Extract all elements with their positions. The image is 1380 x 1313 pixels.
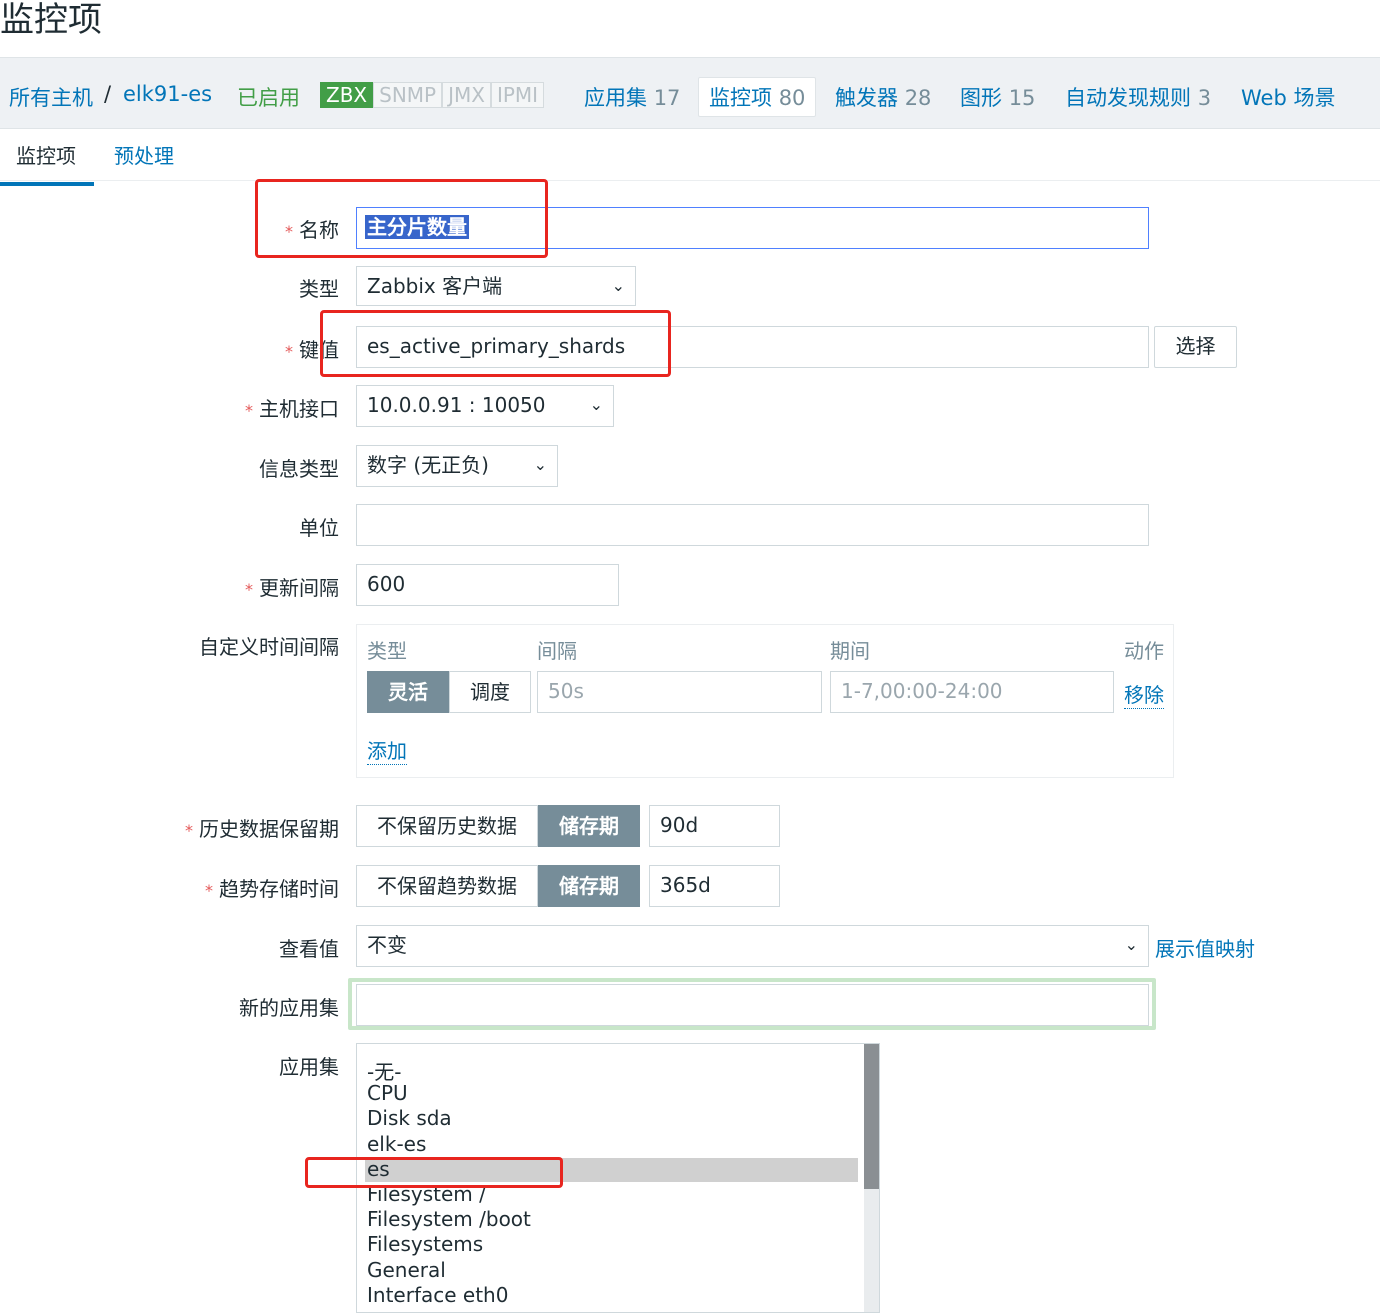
tab-items[interactable]: 监控项 <box>0 140 94 186</box>
col-type-header: 类型 <box>367 639 407 663</box>
list-item[interactable]: General <box>367 1258 446 1282</box>
key-input[interactable]: es_active_primary_shards <box>356 326 1149 368</box>
breadcrumb-separator: / <box>104 82 112 106</box>
list-item[interactable]: Disk sda <box>367 1106 452 1130</box>
tab-preprocessing[interactable]: 预处理 <box>114 140 174 182</box>
graphs-link[interactable]: 图形 15 <box>960 82 1035 112</box>
name-value: 主分片数量 <box>365 215 469 239</box>
value-type-select[interactable]: 数字 (无正负) ⌄ <box>356 445 558 487</box>
col-interval-header: 间隔 <box>537 639 577 663</box>
discovery-rules-link[interactable]: 自动发现规则 3 <box>1065 82 1211 112</box>
history-store-option[interactable]: 储存期 <box>538 805 640 847</box>
history-no-keep-option[interactable]: 不保留历史数据 <box>356 805 538 847</box>
show-value-select[interactable]: 不变 ⌄ <box>356 925 1149 967</box>
list-item[interactable]: Filesystems <box>367 1232 483 1256</box>
trends-mode-toggle: 不保留趋势数据 储存期 <box>356 865 640 907</box>
list-item-selected[interactable]: es <box>367 1157 390 1181</box>
list-item[interactable]: Filesystem / <box>367 1182 486 1206</box>
form-tabs: 监控项 预处理 <box>0 128 1380 186</box>
host-navigation-bar: 所有主机 / elk91-es 已启用 ZBX SNMP JMX IPMI 应用… <box>0 57 1380 129</box>
custom-intervals-table: 类型 间隔 期间 动作 灵活 调度 50s 1-7,00:00-24:00 移除… <box>356 624 1174 778</box>
new-application-label: 新的应用集 <box>239 996 339 1020</box>
flexible-option[interactable]: 灵活 <box>367 671 449 713</box>
interval-input[interactable]: 50s <box>537 671 822 713</box>
show-value-label: 查看值 <box>279 937 339 961</box>
list-item[interactable]: Interface eth0 <box>367 1283 508 1307</box>
scrollbar[interactable] <box>864 1044 879 1312</box>
web-scenarios-link[interactable]: Web 场景 <box>1241 82 1335 112</box>
history-input[interactable]: 90d <box>649 805 780 847</box>
scheduling-option[interactable]: 调度 <box>449 671 531 713</box>
trends-label: * 趋势存储时间 <box>205 877 339 901</box>
type-select[interactable]: Zabbix 客户端 ⌄ <box>356 266 636 306</box>
units-input[interactable] <box>356 504 1149 546</box>
list-item[interactable]: elk-es <box>367 1132 426 1156</box>
applications-label: 应用集 <box>279 1055 339 1079</box>
trends-no-keep-option[interactable]: 不保留趋势数据 <box>356 865 538 907</box>
name-label: * 名称 <box>285 218 339 242</box>
value-mapping-link[interactable]: 展示值映射 <box>1155 933 1255 962</box>
triggers-link[interactable]: 触发器 28 <box>835 82 931 112</box>
new-application-input[interactable] <box>356 984 1149 1026</box>
chevron-down-icon: ⌄ <box>533 455 547 474</box>
chevron-down-icon: ⌄ <box>589 395 603 414</box>
chevron-down-icon: ⌄ <box>611 276 625 295</box>
availability-indicators: ZBX SNMP JMX IPMI <box>320 82 545 108</box>
list-item[interactable]: Filesystem /boot <box>367 1207 531 1231</box>
page-title: 监控项 <box>0 0 102 40</box>
custom-intervals-label: 自定义时间间隔 <box>199 635 339 659</box>
col-period-header: 期间 <box>830 639 870 663</box>
trends-input[interactable]: 365d <box>649 865 780 907</box>
history-mode-toggle: 不保留历史数据 储存期 <box>356 805 640 847</box>
update-interval-label: * 更新间隔 <box>245 576 339 600</box>
trends-store-option[interactable]: 储存期 <box>538 865 640 907</box>
list-item[interactable]: CPU <box>367 1081 408 1105</box>
remove-interval-link[interactable]: 移除 <box>1124 679 1164 709</box>
ipmi-badge: IPMI <box>490 82 545 108</box>
interface-select[interactable]: 10.0.0.91 : 10050 ⌄ <box>356 385 614 427</box>
jmx-badge: JMX <box>442 82 491 108</box>
period-input[interactable]: 1-7,00:00-24:00 <box>830 671 1114 713</box>
update-interval-input[interactable]: 600 <box>356 564 619 606</box>
host-link[interactable]: elk91-es <box>123 82 212 106</box>
scrollbar-thumb[interactable] <box>864 1044 879 1189</box>
units-label: 单位 <box>299 516 339 540</box>
interval-type-toggle: 灵活 调度 <box>367 671 531 713</box>
applications-link[interactable]: 应用集 17 <box>584 82 680 112</box>
host-status[interactable]: 已启用 <box>237 82 300 112</box>
type-label: 类型 <box>299 277 339 301</box>
add-interval-link[interactable]: 添加 <box>367 735 407 765</box>
history-label: * 历史数据保留期 <box>185 817 339 841</box>
interface-label: * 主机接口 <box>245 397 339 421</box>
name-input[interactable]: 主分片数量 <box>356 207 1149 249</box>
col-action-header: 动作 <box>1124 639 1164 663</box>
chevron-down-icon: ⌄ <box>1124 935 1138 954</box>
all-hosts-link[interactable]: 所有主机 <box>9 82 93 112</box>
snmp-badge: SNMP <box>373 82 443 108</box>
zbx-badge: ZBX <box>320 82 374 108</box>
key-label: * 键值 <box>285 338 339 362</box>
key-select-button[interactable]: 选择 <box>1154 326 1237 368</box>
selected-row-highlight <box>365 1158 858 1182</box>
items-link[interactable]: 监控项 80 <box>698 77 817 117</box>
value-type-label: 信息类型 <box>259 457 339 481</box>
applications-listbox[interactable]: -无- CPU Disk sda elk-es es Filesystem / … <box>356 1043 880 1313</box>
